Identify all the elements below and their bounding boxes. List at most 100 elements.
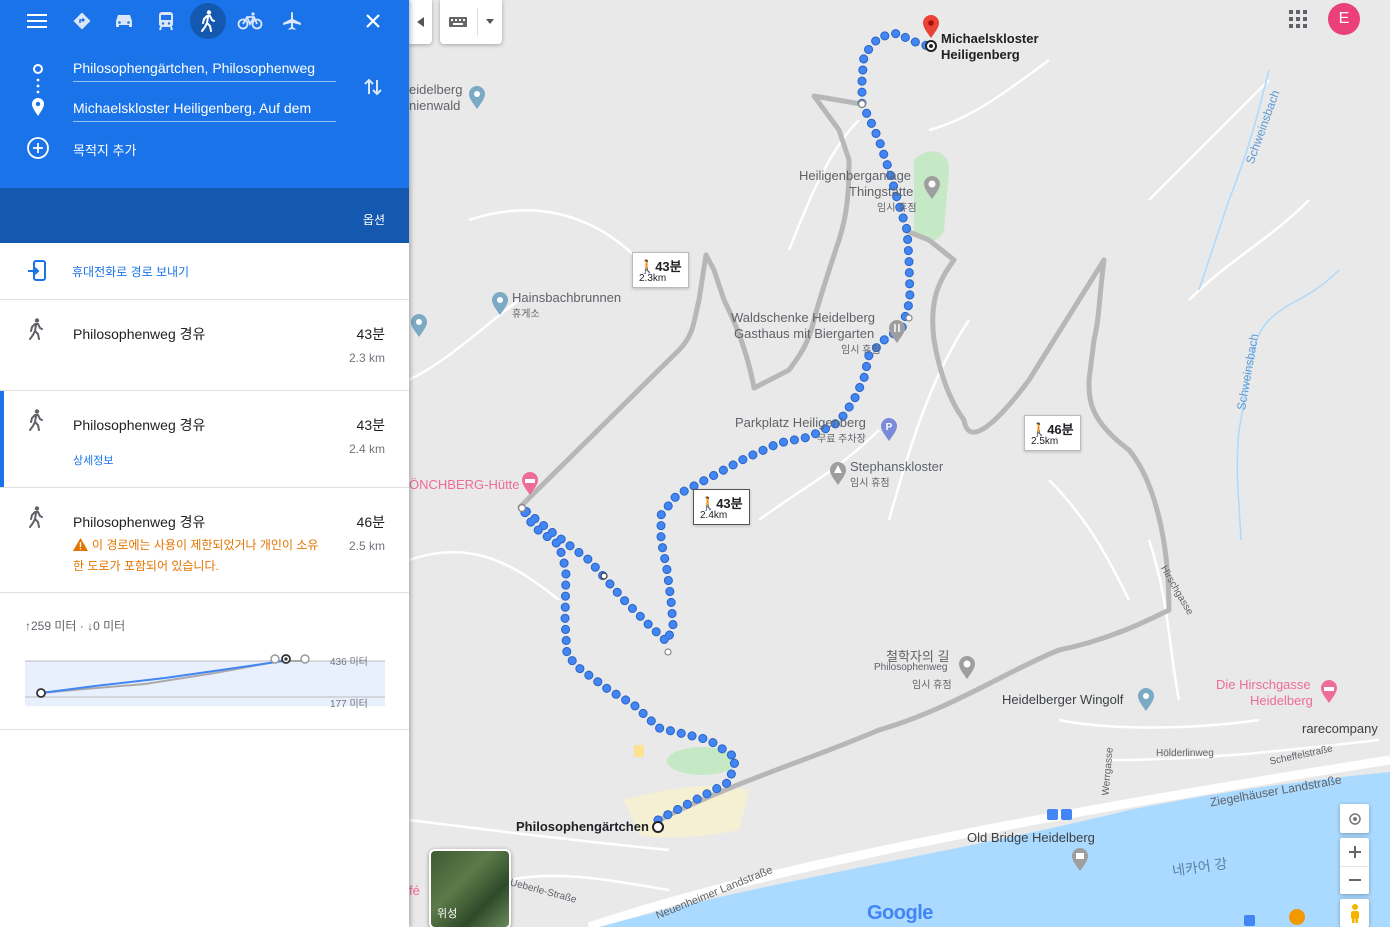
satellite-toggle[interactable]: 위성	[429, 849, 511, 927]
place-label[interactable]: eidelberg	[409, 82, 463, 97]
menu-icon[interactable]	[22, 6, 52, 36]
camera-pin-icon[interactable]	[957, 654, 977, 685]
route-name: Philosophenweg 경유	[73, 514, 206, 530]
street-label: Hölderlinweg	[1156, 748, 1214, 759]
place-label[interactable]: Heidelberg	[1250, 693, 1313, 708]
best-route-icon[interactable]	[67, 6, 97, 36]
place-label[interactable]: Gasthaus mit Biergarten	[734, 326, 874, 341]
route-duration-box[interactable]: 🚶43분 2.4km	[693, 489, 750, 525]
plus-icon	[1348, 846, 1361, 858]
zoom-in-button[interactable]	[1340, 839, 1369, 867]
walking-icon: 🚶	[639, 259, 656, 274]
hotel-pin-icon[interactable]	[1319, 678, 1339, 709]
restaurant-pin-icon[interactable]	[887, 318, 907, 349]
place-status: 임시 휴점	[877, 203, 917, 214]
pegman-button[interactable]	[1340, 899, 1369, 927]
route-option-1[interactable]: Philosophenweg 경유 43분 2.3 km	[0, 300, 409, 391]
route-box-distance: 2.3km	[639, 273, 667, 284]
route-distance: 2.3 km	[348, 351, 385, 365]
landmark-pin-icon[interactable]	[828, 460, 848, 491]
collapse-panel-button[interactable]	[409, 0, 432, 44]
route-duration-box[interactable]: 🚶43분 2.3km	[632, 252, 689, 288]
route-duration-box[interactable]: 🚶46분 2.5km	[1024, 415, 1081, 451]
add-destination-icon[interactable]	[26, 136, 50, 165]
destination-label[interactable]: Michaelskloster Heiligenberg	[941, 31, 1039, 63]
options-button[interactable]: 옵션	[363, 211, 385, 228]
input-tools-button[interactable]	[440, 0, 502, 44]
car-icon[interactable]	[109, 6, 139, 36]
route-time: 43분	[356, 417, 385, 433]
place-status: 무료 주차장	[817, 434, 866, 445]
place-pin-icon[interactable]	[467, 84, 487, 115]
details-link[interactable]: 상세정보	[73, 452, 113, 468]
place-label[interactable]: Philosophenweg	[874, 662, 947, 673]
swap-icon[interactable]	[362, 76, 384, 103]
place-label[interactable]: Waldschenke Heidelberg	[731, 310, 875, 325]
place-pin-icon[interactable]	[409, 312, 429, 343]
flight-icon[interactable]	[277, 6, 307, 36]
route-option-3[interactable]: Philosophenweg 경유 46분 2.5 km 이 경로에는 사용이 …	[0, 488, 409, 593]
place-pin-icon[interactable]	[490, 290, 510, 321]
place-label[interactable]: nienwald	[409, 98, 460, 113]
bus-stop-icon[interactable]	[1243, 914, 1257, 927]
send-to-phone-row[interactable]: 휴대전화로 경로 보내기	[0, 243, 409, 300]
avatar[interactable]: E	[1328, 3, 1360, 35]
origin-label[interactable]: Philosophengärtchen	[516, 819, 649, 834]
place-label[interactable]: Stephanskloster	[850, 459, 943, 474]
place-label[interactable]: Hainsbachbrunnen	[512, 290, 621, 305]
bicycle-icon[interactable]	[235, 6, 265, 36]
route-box-distance: 2.4km	[700, 510, 728, 521]
place-label[interactable]: Parkplatz Heiligenberg	[735, 415, 866, 430]
transit-icon[interactable]	[151, 6, 181, 36]
route-option-2[interactable]: Philosophenweg 경유 43분 2.4 km 상세정보	[0, 391, 409, 488]
route-time: 46분	[356, 514, 385, 530]
destination-input[interactable]: Michaelskloster Heiligenberg, Auf dem	[73, 100, 336, 122]
close-icon[interactable]	[358, 6, 388, 36]
bus-stop-icon[interactable]	[1046, 808, 1074, 827]
add-destination-label[interactable]: 목적지 추가	[73, 140, 136, 159]
place-label[interactable]: Heidelberger Wingolf	[1002, 692, 1123, 707]
walking-icon	[28, 318, 44, 345]
origin-input[interactable]: Philosophengärtchen, Philosophenweg	[73, 60, 336, 82]
parking-pin-icon[interactable]: P	[879, 416, 899, 447]
place-pin-icon[interactable]	[1136, 686, 1156, 717]
route-box-time: 43분	[716, 496, 743, 511]
satellite-label: 위성	[437, 908, 458, 920]
elevation-section: ↑259 미터 · ↓0 미터 436 미터 177 미터	[0, 593, 409, 730]
map-canvas[interactable]: P Michaelskloster Heiligenberg Philosoph…	[409, 0, 1390, 927]
walking-icon: 🚶	[700, 496, 717, 511]
route-warning: 이 경로에는 사용이 제한되었거나 개인이 소유한 도로가 포함되어 있습니다.	[73, 536, 328, 576]
walking-icon: 🚶	[1031, 422, 1048, 437]
apps-grid-icon[interactable]	[1289, 10, 1307, 33]
directions-panel: Philosophengärtchen, Philosophenweg Mich…	[0, 0, 409, 927]
place-label[interactable]: Thingstätte	[849, 184, 913, 199]
place-label[interactable]: ÖNCHBERG-Hütte	[409, 477, 520, 492]
my-location-button[interactable]	[1340, 804, 1369, 833]
walking-icon[interactable]	[190, 3, 226, 39]
hotel-pin-icon[interactable]	[520, 470, 540, 501]
place-status: 휴게소	[512, 309, 540, 320]
camera-pin-icon[interactable]	[922, 174, 942, 205]
place-status: 임시 휴점	[912, 680, 952, 691]
route-name: Philosophenweg 경유	[73, 326, 206, 342]
place-status: 임시 휴점	[841, 345, 881, 356]
route-box-time: 43분	[655, 259, 682, 274]
place-label[interactable]: Die Hirschgasse	[1216, 677, 1311, 692]
warning-icon	[73, 538, 88, 557]
route-box-time: 46분	[1047, 422, 1074, 437]
place-label[interactable]: rarecompany	[1302, 721, 1378, 736]
send-to-phone-label: 휴대전화로 경로 보내기	[72, 265, 190, 279]
restaurant-pin-icon[interactable]	[1288, 908, 1306, 927]
landmark-pin-icon[interactable]	[1070, 846, 1090, 877]
route-box-distance: 2.5km	[1031, 436, 1059, 447]
zoom-out-button[interactable]	[1340, 867, 1369, 894]
chevron-left-icon	[416, 17, 424, 27]
route-distance: 2.4 km	[348, 442, 385, 456]
selected-indicator	[0, 391, 4, 487]
place-label[interactable]: Old Bridge Heidelberg	[967, 830, 1095, 845]
place-label[interactable]: Heiligenberganlage	[799, 168, 911, 183]
route-endpoints-icon	[32, 64, 44, 116]
place-label[interactable]: fé	[409, 883, 420, 898]
walking-icon	[28, 506, 44, 533]
route-distance: 2.5 km	[348, 539, 385, 553]
